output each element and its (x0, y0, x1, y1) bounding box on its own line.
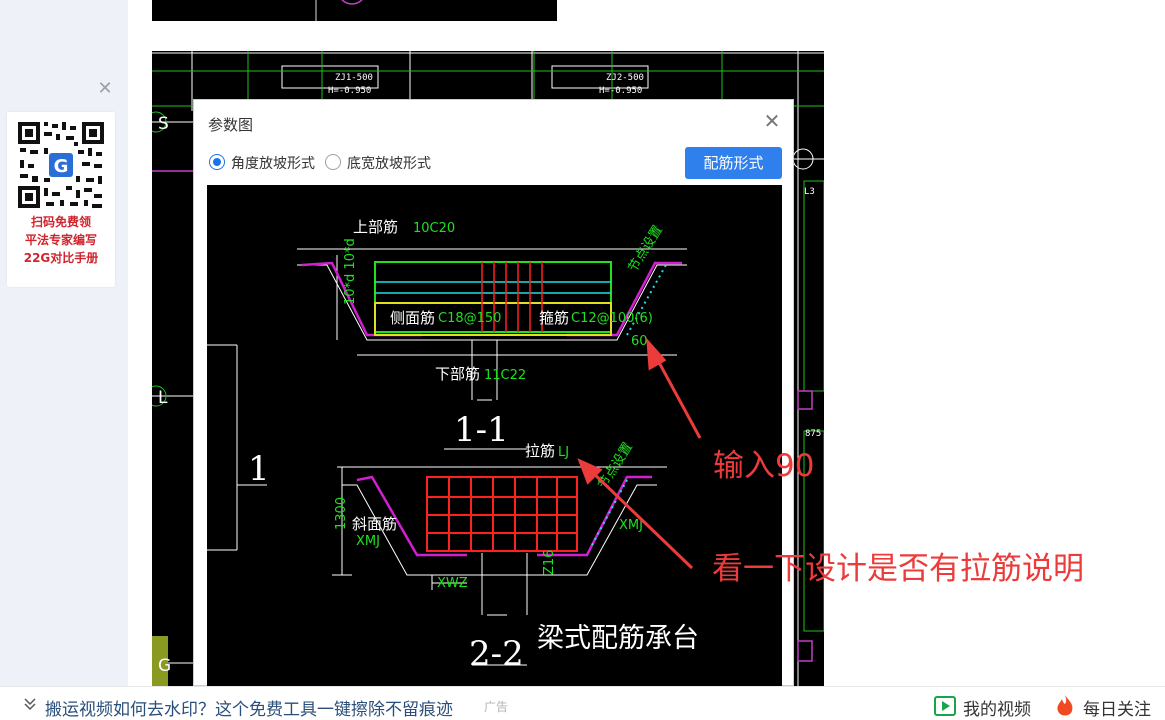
diagram-caption: 梁式配筋承台 (537, 623, 699, 654)
diagram-side-rebar-value: C18@150 (438, 311, 501, 326)
parameter-dialog[interactable]: 参数图 ✕ 角度放坡形式 底宽放坡形式 配筋形式 上部筋 侧面筋 箍筋 下部筋 … (193, 99, 794, 687)
previous-cad-lines (315, 0, 363, 21)
ad-tag: 广告 (484, 700, 509, 714)
diagram-bottom-rebar-value: 11C22 (484, 368, 526, 383)
diagram-height-value: 1300 (334, 497, 349, 530)
qr-ad-line-1: 扫码免费领 (30, 215, 91, 229)
diagram-bottom-rebar-label: 下部筋 (435, 365, 480, 383)
qr-ad-line-2: 平法专家编写 (24, 233, 97, 247)
diagram-slope-rebar-label: 斜面筋 (352, 515, 397, 533)
radio-width-slope-label: 底宽放坡形式 (347, 156, 431, 172)
diagram-bottom-value: Z16 (542, 550, 557, 575)
diagram-slope-rebar-value: XMJ (356, 534, 380, 549)
qr-ad-card[interactable]: G 扫码免费领 平法专家编写 22G对比手册 (7, 112, 115, 287)
radio-unselected-icon[interactable] (325, 154, 341, 170)
diagram-angle-value: 60 (631, 334, 648, 349)
diagram-side-rebar-label: 侧面筋 (390, 309, 435, 327)
section-1-1-title: 1-1 (454, 410, 509, 450)
diagram-tie-label: 拉筋 (525, 442, 555, 460)
cad-label-875: 875 (805, 429, 821, 439)
diagram-width-value: XWZ (437, 576, 468, 591)
dialog-close-icon[interactable]: ✕ (761, 110, 783, 132)
my-videos-link[interactable]: 我的视频 (963, 695, 1031, 720)
promo-link[interactable]: 搬运视频如何去水印？这个免费工具一键擦除不留痕迹 (45, 695, 453, 720)
fire-icon[interactable] (1055, 694, 1075, 718)
radio-angle-slope-label: 角度放坡形式 (231, 156, 315, 172)
section-2-2-title: 2-2 (469, 634, 524, 674)
svg-text:G: G (54, 156, 69, 177)
cad-axis-g: G (158, 656, 171, 676)
radio-selected-icon[interactable] (209, 154, 225, 170)
diagram-top-rebar-value: 10C20 (413, 221, 455, 236)
diagram-stirrup-label: 箍筋 (539, 309, 569, 327)
cad-label-zj2: ZJ2-500 (606, 73, 644, 83)
annotation-input-90: 输入90 (713, 448, 815, 484)
play-video-icon[interactable] (934, 696, 956, 716)
diagram-dim-value: 10*d 10*d (343, 238, 358, 305)
parameter-diagram-svg: 上部筋 侧面筋 箍筋 下部筋 拉筋 斜面筋 10C20 C18@150 C12@… (207, 218, 699, 674)
cad-label-zj1: ZJ1-500 (335, 73, 373, 83)
diagram-stirrup-value: C12@100(6) (571, 311, 653, 326)
cad-label-l3: L3 (804, 187, 815, 197)
diagram-node-setting-2: 节点设置 (596, 440, 636, 492)
rebar-form-button[interactable]: 配筋形式 (685, 147, 782, 179)
cad-label-h2: H=-0.950 (599, 86, 642, 96)
cad-axis-l: L (158, 388, 168, 408)
diagram-slope-rebar-value-right: XMJ (619, 518, 643, 533)
dialog-title: 参数图 (208, 116, 254, 134)
diagram-tie-value: LJ (558, 445, 569, 460)
qr-code-icon: G (16, 120, 106, 210)
cad-axis-s: S (158, 114, 169, 134)
annotation-check-tie: 看一下设计是否有拉筋说明 (712, 551, 1084, 587)
diagram-top-rebar-label: 上部筋 (353, 218, 398, 236)
parameter-diagram: 上部筋 侧面筋 箍筋 下部筋 拉筋 斜面筋 10C20 C18@150 C12@… (207, 185, 782, 687)
chevron-down-icon[interactable] (22, 696, 38, 712)
qr-ad-line-3: 22G对比手册 (23, 251, 99, 265)
daily-follow-link[interactable]: 每日关注 (1083, 695, 1151, 720)
close-icon[interactable]: ✕ (95, 79, 115, 99)
pier-label: 1 (248, 449, 270, 489)
cad-label-h1: H=-0.950 (328, 86, 371, 96)
left-sidebar (0, 0, 128, 686)
bottom-bar: 搬运视频如何去水印？这个免费工具一键擦除不留痕迹 广告 我的视频 每日关注 (0, 686, 1165, 720)
previous-cad-image (152, 0, 557, 21)
